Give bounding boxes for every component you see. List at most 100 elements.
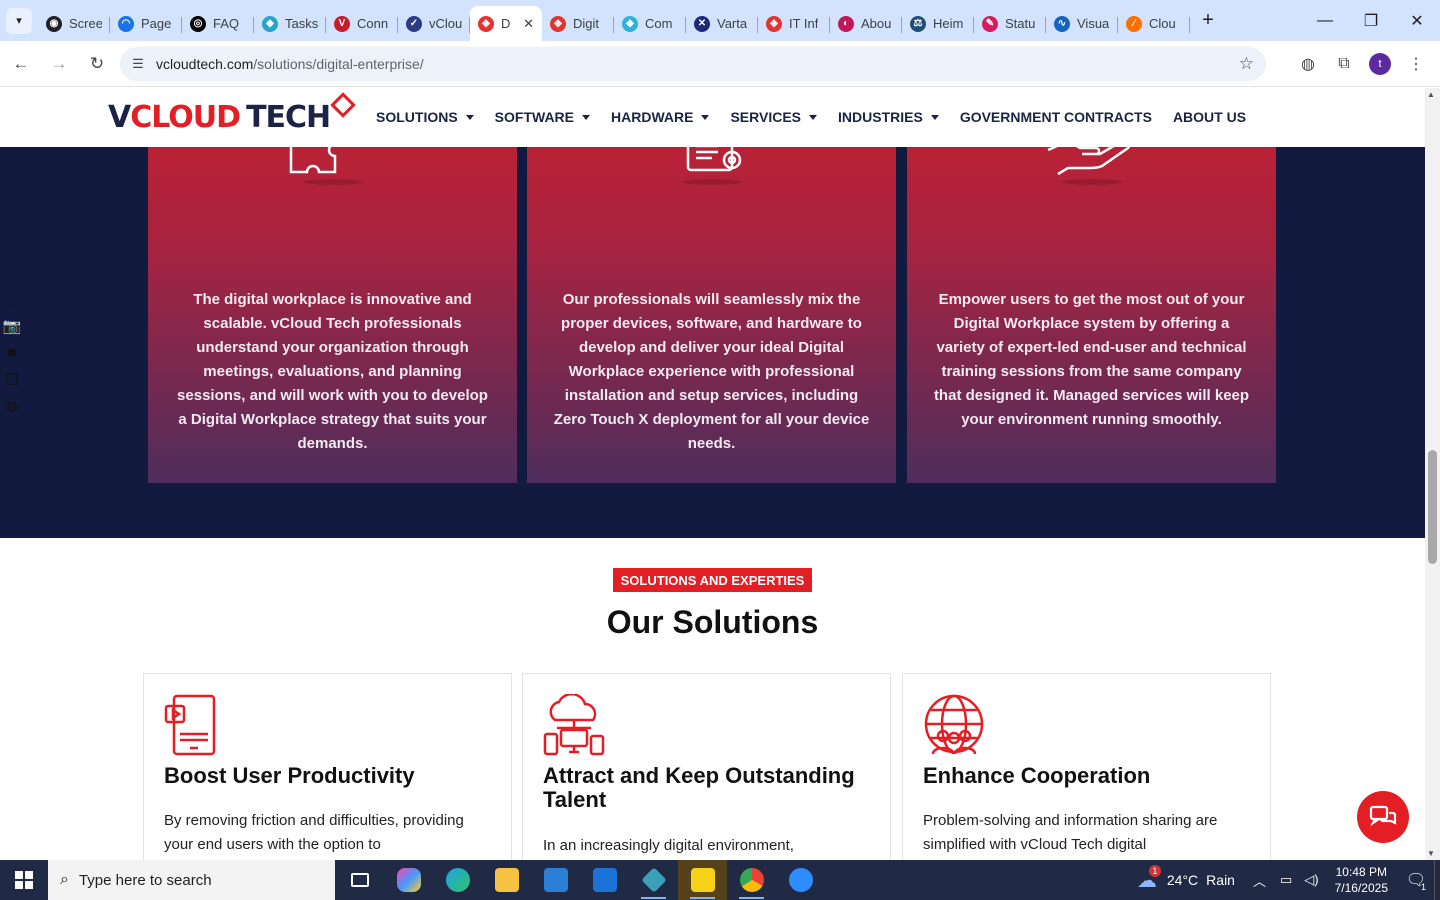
browser-toolbar: ← → ↻ ☰ vcloudtech.com/solutions/digital… <box>0 41 1440 87</box>
nav-item-about-us[interactable]: ABOUT US <box>1173 109 1246 125</box>
weather-temp: 24°C <box>1166 872 1199 888</box>
logo-v: V <box>108 100 131 135</box>
back-button[interactable]: ← <box>4 47 38 81</box>
caret-down-icon <box>809 114 818 120</box>
minimize-button[interactable]: — <box>1302 0 1348 41</box>
browser-tab[interactable]: ◠ Page <box>110 8 182 40</box>
browser-tab[interactable]: ◐ Abou <box>830 8 902 40</box>
scroll-up-arrow-icon[interactable]: ▲ <box>1427 90 1435 99</box>
tab-favicon-icon: ◈ <box>478 15 494 32</box>
nav-item-software[interactable]: SOFTWARE <box>494 109 591 125</box>
browser-tab[interactable]: ◈ D ✕ <box>470 6 542 41</box>
browser-tab[interactable]: ✓ vCloud <box>398 8 470 40</box>
browser-tab[interactable]: ◎ FAQ <box>182 8 254 40</box>
extensions-icon[interactable]: ⧉ <box>1326 47 1362 81</box>
chevron-up-icon[interactable]: ︿ <box>1253 871 1266 890</box>
tab-title: Visua <box>1077 16 1110 31</box>
zoom-app[interactable] <box>776 860 825 900</box>
app-diamond[interactable] <box>629 860 678 900</box>
nav-item-label: HARDWARE <box>611 109 694 125</box>
start-button[interactable] <box>0 860 48 900</box>
solution-card[interactable]: Attract and Keep Outstanding Talent In a… <box>522 673 891 860</box>
tab-title: vCloud <box>429 16 462 31</box>
tab-favicon-icon: ✕ <box>694 15 710 32</box>
browser-tab[interactable]: ◆ Com <box>614 8 686 40</box>
edge-app[interactable] <box>433 860 482 900</box>
browser-tab[interactable]: ⚖ Heim <box>902 8 974 40</box>
bookmark-star-icon[interactable]: ☆ <box>1239 54 1254 74</box>
microsoft-store-app[interactable] <box>531 860 580 900</box>
tab-search-button[interactable]: ▾ <box>6 7 32 34</box>
url-text[interactable]: vcloudtech.com/solutions/digital-enterpr… <box>156 56 424 72</box>
window-controls: — ❐ ✕ <box>1302 0 1440 41</box>
nav-item-government-contracts[interactable]: GOVERNMENT CONTRACTS <box>960 109 1152 125</box>
browser-tab[interactable]: ✕ Varta <box>686 8 758 40</box>
solution-card[interactable]: Enhance Cooperation Problem-solving and … <box>902 673 1271 860</box>
mail-app[interactable] <box>580 860 629 900</box>
close-window-button[interactable]: ✕ <box>1394 0 1440 41</box>
page-scrollbar[interactable]: ▲ ▼ <box>1425 88 1440 860</box>
tab-favicon-icon: V <box>334 15 350 32</box>
tab-title: Com <box>645 16 673 31</box>
solution-card[interactable]: Boost User Productivity By removing fric… <box>143 673 512 860</box>
file-explorer-app[interactable] <box>482 860 531 900</box>
tab-favicon-icon: ⚖ <box>910 15 926 32</box>
chrome-app[interactable] <box>727 860 776 900</box>
show-desktop-button[interactable] <box>1434 860 1440 900</box>
weather-widget[interactable]: ☁ 1 24°C Rain <box>1137 865 1235 893</box>
chat-bubbles-icon <box>1369 805 1397 827</box>
browser-tab[interactable]: V Conn <box>326 8 398 40</box>
video-icon[interactable]: ■ <box>0 339 24 366</box>
weather-desc: Rain <box>1206 872 1235 888</box>
camera-icon[interactable]: 📷 <box>0 312 24 339</box>
reload-button[interactable]: ↻ <box>80 47 114 81</box>
vcloudtech-logo[interactable]: VCLOUD TECH <box>108 92 356 140</box>
settings-gear-icon[interactable]: ⚙ <box>0 393 24 420</box>
translate-icon[interactable]: ◍ <box>1290 47 1326 81</box>
process-card: Our professionals will seamlessly mix th… <box>527 88 896 483</box>
restore-button[interactable]: ❐ <box>1348 0 1394 41</box>
scroll-down-arrow-icon[interactable]: ▼ <box>1427 849 1435 858</box>
copilot-app[interactable] <box>384 860 433 900</box>
tab-favicon-icon: ◈ <box>550 15 566 32</box>
taskbar-search[interactable]: ⌕ Type here to search <box>48 860 335 900</box>
nav-item-label: SOFTWARE <box>494 109 575 125</box>
search-icon: ⌕ <box>60 871 69 888</box>
address-bar[interactable]: ☰ vcloudtech.com/solutions/digital-enter… <box>120 47 1266 81</box>
process-card-text: Our professionals will seamlessly mix th… <box>553 291 870 452</box>
section-title: Our Solutions <box>606 604 819 640</box>
volume-icon[interactable]: ◁) <box>1304 872 1318 888</box>
tab-favicon-icon: ∿ <box>1054 15 1070 32</box>
caret-down-icon <box>701 114 710 120</box>
clock[interactable]: 10:48 PM 7/16/2025 <box>1335 864 1388 896</box>
menu-kebab-icon[interactable]: ⋮ <box>1398 47 1434 81</box>
browser-tab[interactable]: ∕ Clou <box>1118 8 1190 40</box>
profile-avatar[interactable]: t <box>1369 53 1391 75</box>
nav-item-hardware[interactable]: HARDWARE <box>611 109 710 125</box>
windows-icon[interactable]: ❐ <box>0 366 24 393</box>
browser-tab[interactable]: ◆ Tasks <box>254 8 326 40</box>
browser-tab[interactable]: ◈ Digit <box>542 8 614 40</box>
network-icon[interactable]: ▭ <box>1280 872 1292 888</box>
tab-title: Screenshot <box>69 16 102 31</box>
task-view-button[interactable] <box>335 860 384 900</box>
browser-tab[interactable]: ◉ Screenshot <box>38 8 110 40</box>
nav-item-industries[interactable]: INDUSTRIES <box>838 109 939 125</box>
new-tab-button[interactable]: + <box>1194 7 1222 35</box>
tab-close-icon[interactable]: ✕ <box>523 16 534 32</box>
tab-title: Page <box>141 16 172 31</box>
tab-title: Heim <box>933 16 964 31</box>
more-dots-icon[interactable]: ⋯ <box>0 298 24 312</box>
notification-center-button[interactable]: 🗨 1 <box>1398 860 1434 900</box>
browser-tab[interactable]: ✎ Statu <box>974 8 1046 40</box>
browser-tab[interactable]: ∿ Visua <box>1046 8 1118 40</box>
forward-button[interactable]: → <box>42 47 76 81</box>
site-info-icon[interactable]: ☰ <box>124 50 152 78</box>
live-chat-button[interactable] <box>1357 791 1409 843</box>
process-card: The digital workplace is innovative and … <box>148 88 517 483</box>
scroll-thumb[interactable] <box>1428 450 1437 564</box>
nav-item-solutions[interactable]: SOLUTIONS <box>376 109 474 125</box>
sticky-notes-app[interactable] <box>678 860 727 900</box>
browser-tab[interactable]: ◈ IT Inf <box>758 8 830 40</box>
nav-item-services[interactable]: SERVICES <box>730 109 818 125</box>
